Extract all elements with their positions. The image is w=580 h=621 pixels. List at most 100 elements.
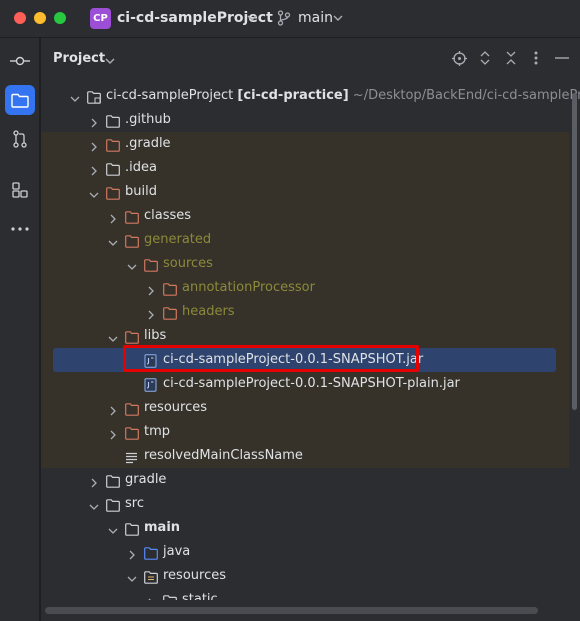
expand-arrow-right-icon[interactable] (107, 426, 119, 440)
expand-arrow-right-icon[interactable] (107, 210, 119, 224)
tree-item-label: generated (144, 232, 212, 247)
expand-arrow-right-icon[interactable] (107, 402, 119, 416)
expand-arrow-right-icon[interactable] (126, 546, 138, 560)
excluded-folder-icon (125, 401, 139, 416)
folder-icon (163, 593, 177, 600)
hide-panel-button[interactable] (554, 50, 570, 66)
excluded-folder-icon (163, 281, 177, 296)
tree-row[interactable]: resources (41, 396, 569, 420)
tree-item-label: .github (125, 112, 171, 127)
vertical-scrollbar[interactable] (572, 93, 577, 410)
commit-icon (10, 56, 30, 66)
tree-item-label: static (182, 592, 218, 600)
minimize-window-button[interactable] (34, 12, 46, 24)
tree-item-label: headers (182, 304, 235, 319)
git-branch-icon (277, 10, 291, 26)
tree-row[interactable]: ci-cd-sampleProject [ci-cd-practice] ~/D… (41, 84, 580, 108)
tree-item-label: ci-cd-sampleProject [ci-cd-practice] ~/D… (106, 88, 580, 103)
options-menu-button[interactable] (528, 50, 544, 66)
folder-icon (106, 113, 120, 128)
module-name: [ci-cd-practice] (237, 88, 349, 103)
tree-item-label: sources (163, 256, 213, 271)
tree-row[interactable]: java (41, 540, 569, 564)
project-tree: ci-cd-sampleProject [ci-cd-practice] ~/D… (41, 84, 580, 600)
tree-row[interactable]: .github (41, 108, 569, 132)
expand-arrow-down-icon[interactable] (126, 258, 138, 270)
expand-arrow-down-icon[interactable] (88, 498, 100, 510)
resources-folder-icon (144, 569, 158, 584)
expand-arrow-right-icon[interactable] (88, 162, 100, 176)
close-window-button[interactable] (14, 12, 26, 24)
excluded-folder-icon (106, 185, 120, 200)
module-folder-icon (87, 89, 101, 104)
title-bar: CP ci-cd-sampleProject main (0, 0, 580, 38)
expand-arrow-down-icon[interactable] (107, 522, 119, 534)
tree-item-label: .gradle (125, 136, 171, 151)
expand-arrow-down-icon[interactable] (107, 234, 119, 246)
tree-row[interactable]: tmp (41, 420, 569, 444)
tree-item-label: java (163, 544, 191, 559)
tree-row[interactable]: sources (41, 252, 569, 276)
tree-row[interactable]: ci-cd-sampleProject-0.0.1-SNAPSHOT-plain… (41, 372, 569, 396)
project-root-name: ci-cd-sampleProject (106, 88, 238, 103)
expand-arrow-right-icon[interactable] (88, 474, 100, 488)
project-badge: CP (90, 8, 111, 29)
tree-row[interactable]: build (41, 180, 569, 204)
collapse-icon (506, 51, 516, 65)
tree-row[interactable]: static (41, 588, 569, 600)
tree-row[interactable]: annotationProcessor (41, 276, 569, 300)
locate-file-button[interactable] (451, 50, 467, 66)
pull-requests-tool-button[interactable] (5, 124, 35, 154)
expand-arrow-right-icon[interactable] (145, 594, 157, 600)
structure-icon (12, 182, 28, 198)
collapse-all-button[interactable] (503, 50, 519, 66)
tree-item-label: build (125, 184, 157, 199)
expand-arrow-right-icon[interactable] (145, 282, 157, 296)
tree-row[interactable]: resolvedMainClassName (41, 444, 569, 468)
folder-icon (11, 93, 29, 108)
expand-arrow-down-icon[interactable] (69, 90, 81, 102)
structure-tool-button[interactable] (5, 175, 35, 205)
tree-item-label: libs (144, 328, 167, 343)
expand-arrow-right-icon[interactable] (88, 138, 100, 152)
tree-row[interactable]: classes (41, 204, 569, 228)
excluded-folder-icon (144, 257, 158, 272)
commit-tool-button[interactable] (5, 46, 35, 76)
source-folder-icon (144, 545, 158, 560)
expand-arrow-right-icon[interactable] (145, 306, 157, 320)
tree-row[interactable]: .gradle (41, 132, 569, 156)
project-tool-button[interactable] (5, 85, 35, 115)
expand-all-button[interactable] (477, 50, 493, 66)
tree-row[interactable]: .idea (41, 156, 569, 180)
excluded-folder-icon (125, 233, 139, 248)
tree-item-label: classes (144, 208, 192, 223)
jar-file-icon (144, 377, 158, 392)
tree-row[interactable]: gradle (41, 468, 569, 492)
horizontal-scrollbar[interactable] (45, 607, 538, 614)
excluded-folder-icon (106, 137, 120, 152)
tree-item-label: resources (144, 400, 208, 415)
expand-arrow-right-icon[interactable] (88, 114, 100, 128)
more-horizontal-icon (11, 227, 29, 231)
tree-row[interactable]: generated (41, 228, 569, 252)
expand-arrow-down-icon[interactable] (126, 570, 138, 582)
tree-item-label: .idea (125, 160, 157, 175)
tree-row[interactable]: src (41, 492, 569, 516)
more-tools-button[interactable] (5, 214, 35, 244)
crosshair-icon (451, 50, 467, 66)
project-path: ~/Desktop/BackEnd/ci-cd-sampleProje (348, 88, 580, 103)
tree-row[interactable]: main (41, 516, 569, 540)
pull-request-icon (13, 130, 27, 148)
expand-arrow-down-icon[interactable] (107, 330, 119, 342)
tree-row[interactable]: resources (41, 564, 569, 588)
maximize-window-button[interactable] (54, 12, 66, 24)
expand-arrow-down-icon[interactable] (88, 186, 100, 198)
tool-window-strip (0, 38, 40, 621)
tree-item-label: tmp (144, 424, 171, 439)
tree-row[interactable]: headers (41, 300, 569, 324)
more-vertical-icon (534, 51, 538, 65)
tree-item-label: resources (163, 568, 227, 583)
excluded-folder-icon (125, 425, 139, 440)
chevron-down-icon[interactable] (105, 57, 115, 65)
project-panel-title[interactable]: Project (53, 51, 105, 66)
